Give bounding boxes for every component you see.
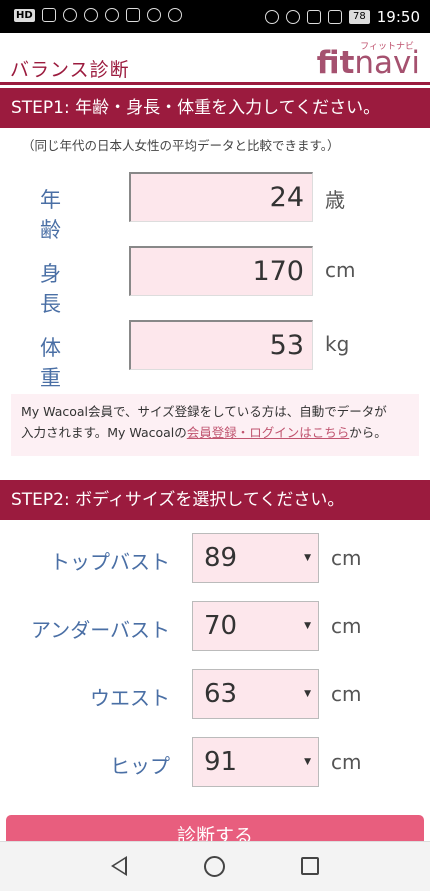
dropdown-caret-icon: ▼ bbox=[304, 553, 311, 563]
info-line2-suffix: から。 bbox=[349, 425, 387, 440]
waist-value: 63 bbox=[204, 679, 238, 709]
status-left: HD bbox=[14, 8, 182, 22]
logo-wordmark: fitnavi bbox=[317, 45, 420, 81]
back-icon[interactable] bbox=[111, 856, 127, 876]
weight-row: 体重 53 kg bbox=[0, 320, 430, 390]
status-bar: HD 78 19:50 bbox=[0, 0, 430, 33]
top-bust-select[interactable]: 89 ▼ bbox=[192, 533, 319, 583]
hip-unit: cm bbox=[331, 750, 362, 774]
weight-unit: kg bbox=[325, 332, 350, 356]
weight-label: 体重 bbox=[40, 336, 79, 390]
chat-icon bbox=[167, 8, 182, 22]
age-unit: 歳 bbox=[325, 188, 345, 212]
hip-value: 91 bbox=[204, 747, 238, 777]
top-bust-value: 89 bbox=[204, 543, 238, 573]
top-bust-unit: cm bbox=[331, 546, 362, 570]
under-bust-select[interactable]: 70 ▼ bbox=[192, 601, 319, 651]
age-label: 年齢 bbox=[40, 188, 79, 242]
height-unit: cm bbox=[325, 258, 356, 282]
recent-apps-icon[interactable] bbox=[301, 857, 319, 875]
waist-row: ウエスト 63 ▼ cm bbox=[0, 669, 430, 719]
top-bust-row: トップバスト 89 ▼ cm bbox=[0, 533, 430, 583]
fitnavi-logo[interactable]: フィットナビ fitnavi bbox=[302, 37, 422, 81]
member-info-box: My Wacoal会員で、サイズ登録をしている方は、自動でデータが 入力されます… bbox=[11, 394, 419, 456]
hd-badge: HD bbox=[14, 8, 35, 22]
navigation-bar bbox=[0, 841, 430, 891]
logo-fit: fit bbox=[316, 45, 355, 81]
step1-heading: STEP1: 年齢・身長・体重を入力してください。 bbox=[0, 88, 430, 128]
logo-navi: navi bbox=[354, 45, 420, 81]
alarm-icon bbox=[286, 10, 301, 24]
hip-row: ヒップ 91 ▼ cm bbox=[0, 737, 430, 787]
hip-label: ヒップ bbox=[110, 754, 170, 778]
member-login-link[interactable]: 会員登録・ログインはこちら bbox=[187, 425, 350, 440]
waist-select[interactable]: 63 ▼ bbox=[192, 669, 319, 719]
under-bust-unit: cm bbox=[331, 614, 362, 638]
under-bust-label: アンダーバスト bbox=[31, 618, 170, 642]
waist-label: ウエスト bbox=[90, 686, 170, 710]
home-icon[interactable] bbox=[204, 856, 225, 877]
bluetooth-icon bbox=[307, 10, 322, 24]
hip-select[interactable]: 91 ▼ bbox=[192, 737, 319, 787]
dropdown-caret-icon: ▼ bbox=[304, 689, 311, 699]
weight-input[interactable]: 53 bbox=[129, 320, 313, 370]
line-app-icon bbox=[104, 8, 119, 22]
signal-icon bbox=[41, 8, 56, 22]
age-input[interactable]: 24 bbox=[129, 172, 313, 222]
info-line1: My Wacoal会員で、サイズ登録をしている方は、自動でデータが bbox=[21, 404, 387, 419]
under-bust-value: 70 bbox=[204, 611, 238, 641]
top-bust-label: トップバスト bbox=[50, 550, 170, 574]
eye-icon bbox=[265, 10, 280, 24]
dropdown-caret-icon: ▼ bbox=[304, 621, 311, 631]
info-icon bbox=[83, 8, 98, 22]
messenger-icon bbox=[146, 8, 161, 22]
app-notification-icon bbox=[125, 8, 140, 22]
status-time: 19:50 bbox=[376, 8, 420, 26]
waist-unit: cm bbox=[331, 682, 362, 706]
info-line2-prefix: 入力されます。My Wacoalの bbox=[21, 425, 187, 440]
page-header: バランス診断 フィットナビ fitnavi bbox=[0, 33, 430, 85]
mute-icon bbox=[328, 10, 343, 24]
step2-heading: STEP2: ボディサイズを選択してください。 bbox=[0, 480, 430, 520]
info-line2: 入力されます。My Wacoalの会員登録・ログインはこちらから。 bbox=[21, 422, 409, 443]
height-row: 身長 170 cm bbox=[0, 246, 430, 316]
wifi-icon bbox=[62, 8, 77, 22]
dropdown-caret-icon: ▼ bbox=[304, 757, 311, 767]
height-input[interactable]: 170 bbox=[129, 246, 313, 296]
status-right: 78 19:50 bbox=[265, 8, 420, 26]
page-title: バランス診断 bbox=[10, 59, 130, 81]
height-label: 身長 bbox=[40, 262, 79, 316]
age-row: 年齢 24 歳 bbox=[0, 172, 430, 242]
step1-note: （同じ年代の日本人女性の平均データと比較できます。） bbox=[22, 138, 340, 153]
under-bust-row: アンダーバスト 70 ▼ cm bbox=[0, 601, 430, 651]
battery-indicator: 78 bbox=[349, 10, 370, 24]
